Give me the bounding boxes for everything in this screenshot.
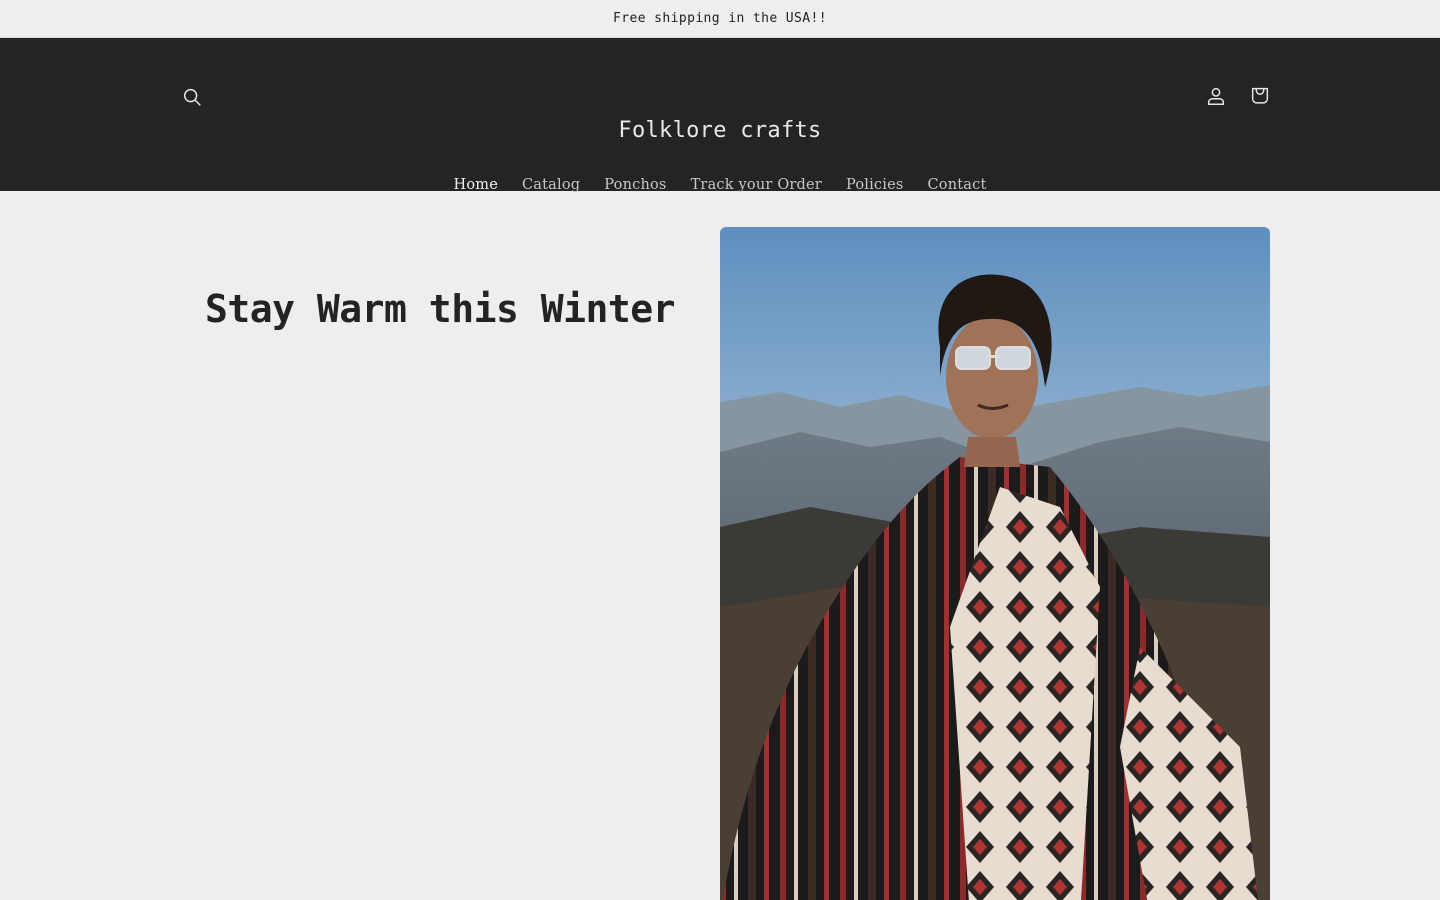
search-button[interactable] [172, 77, 212, 117]
hero-section: Stay Warm this Winter [0, 191, 1440, 900]
hero-photo-illustration [720, 227, 1270, 900]
cart-button[interactable] [1240, 76, 1280, 116]
site-logo[interactable]: Folklore crafts [0, 118, 1440, 143]
logo-link[interactable]: Folklore crafts [618, 118, 821, 143]
site-header: Folklore crafts Home Catalog Ponchos Tra… [0, 38, 1440, 193]
cart-icon [1251, 87, 1269, 104]
hero-title: Stay Warm this Winter [205, 287, 675, 331]
account-icon [1207, 87, 1225, 105]
account-button[interactable] [1196, 76, 1236, 116]
hero-image [720, 227, 1270, 900]
search-icon [183, 88, 201, 106]
announcement-bar: Free shipping in the USA!! [0, 0, 1440, 38]
announcement-text: Free shipping in the USA!! [613, 11, 827, 26]
